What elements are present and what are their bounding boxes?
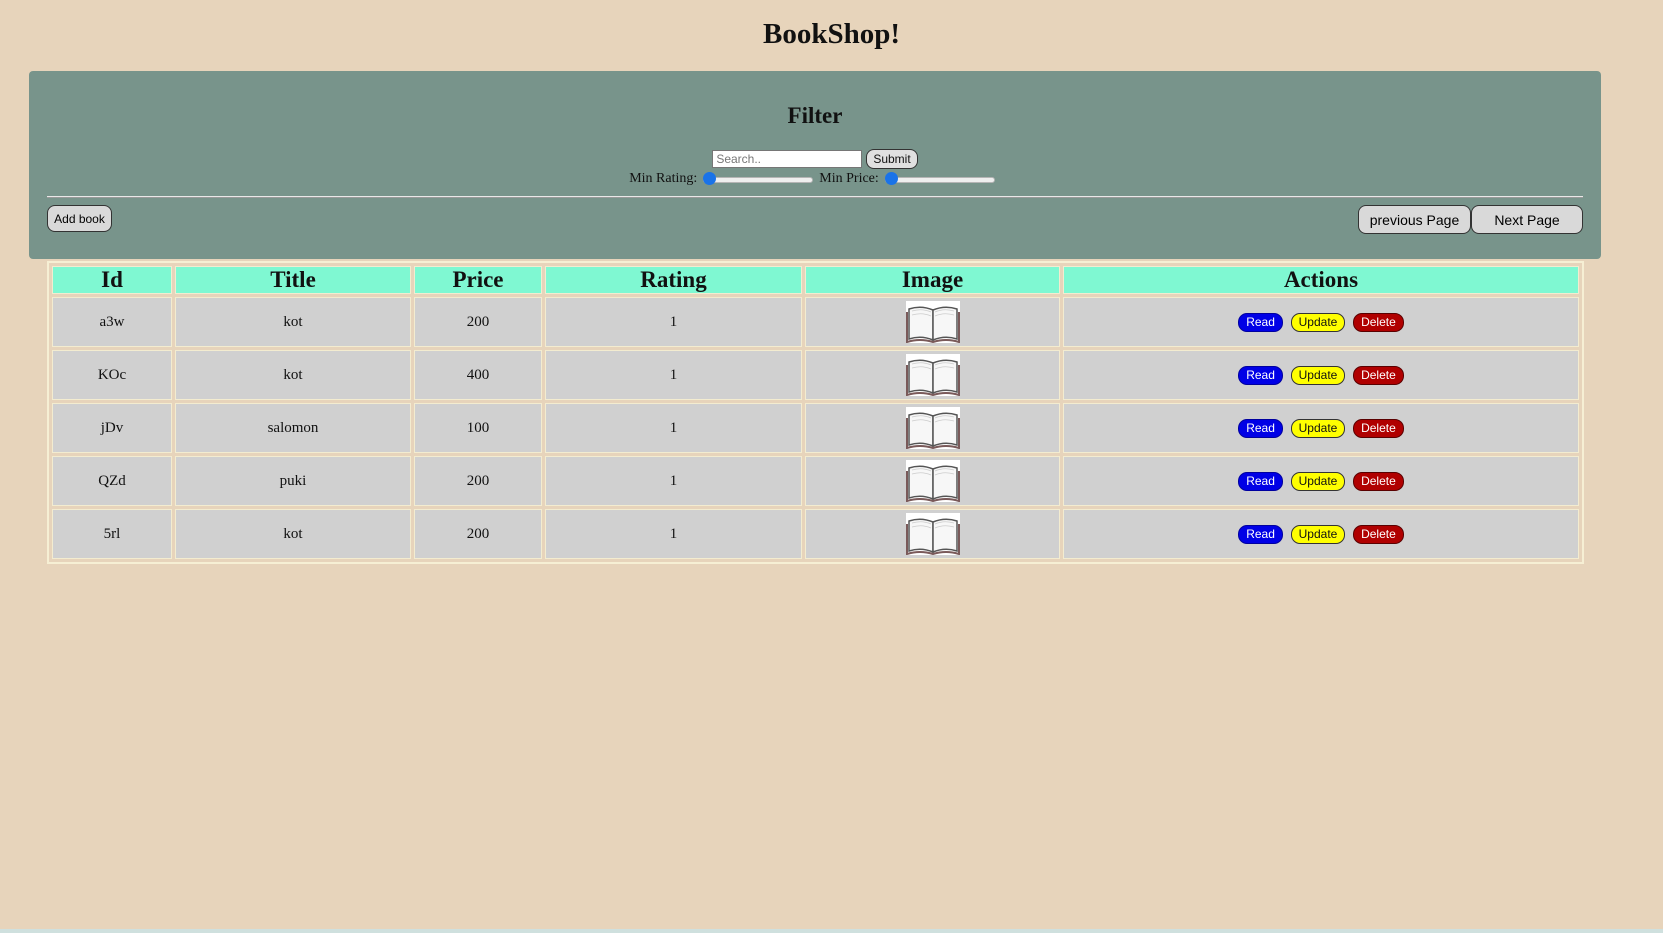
update-button[interactable]: Update <box>1290 365 1346 385</box>
column-header-id: Id <box>52 266 172 294</box>
cell-title: salomon <box>175 403 411 453</box>
cell-price: 200 <box>414 297 542 347</box>
read-button[interactable]: Read <box>1238 312 1283 332</box>
min-rating-label: Min Rating: <box>629 171 698 186</box>
table-header-row: Id Title Price Rating Image Actions <box>52 266 1579 294</box>
cell-price: 100 <box>414 403 542 453</box>
cell-actions: Read Update Delete <box>1063 297 1579 347</box>
read-button[interactable]: Read <box>1238 365 1283 385</box>
cell-id: a3w <box>52 297 172 347</box>
cell-id: jDv <box>52 403 172 453</box>
delete-button[interactable]: Delete <box>1353 471 1404 491</box>
search-input[interactable] <box>712 150 863 168</box>
cell-title: puki <box>175 456 411 506</box>
books-table: Id Title Price Rating Image Actions a3w … <box>47 261 1584 564</box>
column-header-price: Price <box>414 266 542 294</box>
cell-image <box>805 403 1060 453</box>
delete-button[interactable]: Delete <box>1353 524 1404 544</box>
cell-rating: 1 <box>545 350 802 400</box>
cell-price: 200 <box>414 509 542 559</box>
cell-id: QZd <box>52 456 172 506</box>
slider-thumb[interactable] <box>703 172 717 185</box>
cell-actions: Read Update Delete <box>1063 403 1579 453</box>
delete-button[interactable]: Delete <box>1353 418 1404 438</box>
table-row: QZd puki 200 1 Read Update Delete <box>52 456 1579 506</box>
slider-row: Min Rating: Min Price: <box>29 171 1601 187</box>
open-book-icon <box>905 354 960 396</box>
cell-price: 400 <box>414 350 542 400</box>
min-price-label: Min Price: <box>819 171 879 186</box>
panel-divider <box>47 196 1583 198</box>
delete-button[interactable]: Delete <box>1353 365 1404 385</box>
open-book-icon <box>905 407 960 449</box>
cell-actions: Read Update Delete <box>1063 509 1579 559</box>
table-row: KOc kot 400 1 Read Update Delete <box>52 350 1579 400</box>
cell-title: kot <box>175 297 411 347</box>
previous-page-button[interactable]: previous Page <box>1358 205 1471 234</box>
search-row: Submit <box>29 149 1601 169</box>
bottom-strip <box>0 929 1663 933</box>
next-page-button[interactable]: Next Page <box>1471 205 1583 234</box>
min-rating-slider[interactable] <box>703 172 814 186</box>
pagination: previous Page Next Page <box>1358 205 1583 234</box>
slider-track <box>703 177 814 183</box>
filter-heading: Filter <box>787 103 843 128</box>
update-button[interactable]: Update <box>1290 418 1346 438</box>
column-header-actions: Actions <box>1063 266 1579 294</box>
table-row: a3w kot 200 1 Read Update Delete <box>52 297 1579 347</box>
cell-rating: 1 <box>545 509 802 559</box>
cell-id: KOc <box>52 350 172 400</box>
column-header-title: Title <box>175 266 411 294</box>
cell-image <box>805 509 1060 559</box>
cell-title: kot <box>175 350 411 400</box>
read-button[interactable]: Read <box>1238 471 1283 491</box>
cell-rating: 1 <box>545 403 802 453</box>
read-button[interactable]: Read <box>1238 524 1283 544</box>
cell-image <box>805 297 1060 347</box>
min-price-slider[interactable] <box>884 172 995 186</box>
submit-button[interactable]: Submit <box>866 149 918 169</box>
cell-rating: 1 <box>545 297 802 347</box>
update-button[interactable]: Update <box>1290 524 1346 544</box>
add-book-button[interactable]: Add book <box>47 205 112 232</box>
cell-rating: 1 <box>545 456 802 506</box>
open-book-icon <box>905 513 960 555</box>
column-header-rating: Rating <box>545 266 802 294</box>
cell-id: 5rl <box>52 509 172 559</box>
cell-image <box>805 456 1060 506</box>
page-title: BookShop! <box>762 18 900 50</box>
cell-image <box>805 350 1060 400</box>
slider-thumb[interactable] <box>884 172 898 185</box>
filter-panel: Filter Submit Min Rating: Min Price: Add… <box>29 71 1601 259</box>
update-button[interactable]: Update <box>1290 471 1346 491</box>
cell-price: 200 <box>414 456 542 506</box>
table-body: a3w kot 200 1 Read Update Delete KOc kot… <box>52 297 1579 559</box>
cell-actions: Read Update Delete <box>1063 456 1579 506</box>
column-header-image: Image <box>805 266 1060 294</box>
table-row: 5rl kot 200 1 Read Update Delete <box>52 509 1579 559</box>
open-book-icon <box>905 460 960 502</box>
update-button[interactable]: Update <box>1290 312 1346 332</box>
slider-track <box>884 177 995 183</box>
cell-actions: Read Update Delete <box>1063 350 1579 400</box>
table-row: jDv salomon 100 1 Read Update Delete <box>52 403 1579 453</box>
delete-button[interactable]: Delete <box>1353 312 1404 332</box>
cell-title: kot <box>175 509 411 559</box>
open-book-icon <box>905 301 960 343</box>
read-button[interactable]: Read <box>1238 418 1283 438</box>
